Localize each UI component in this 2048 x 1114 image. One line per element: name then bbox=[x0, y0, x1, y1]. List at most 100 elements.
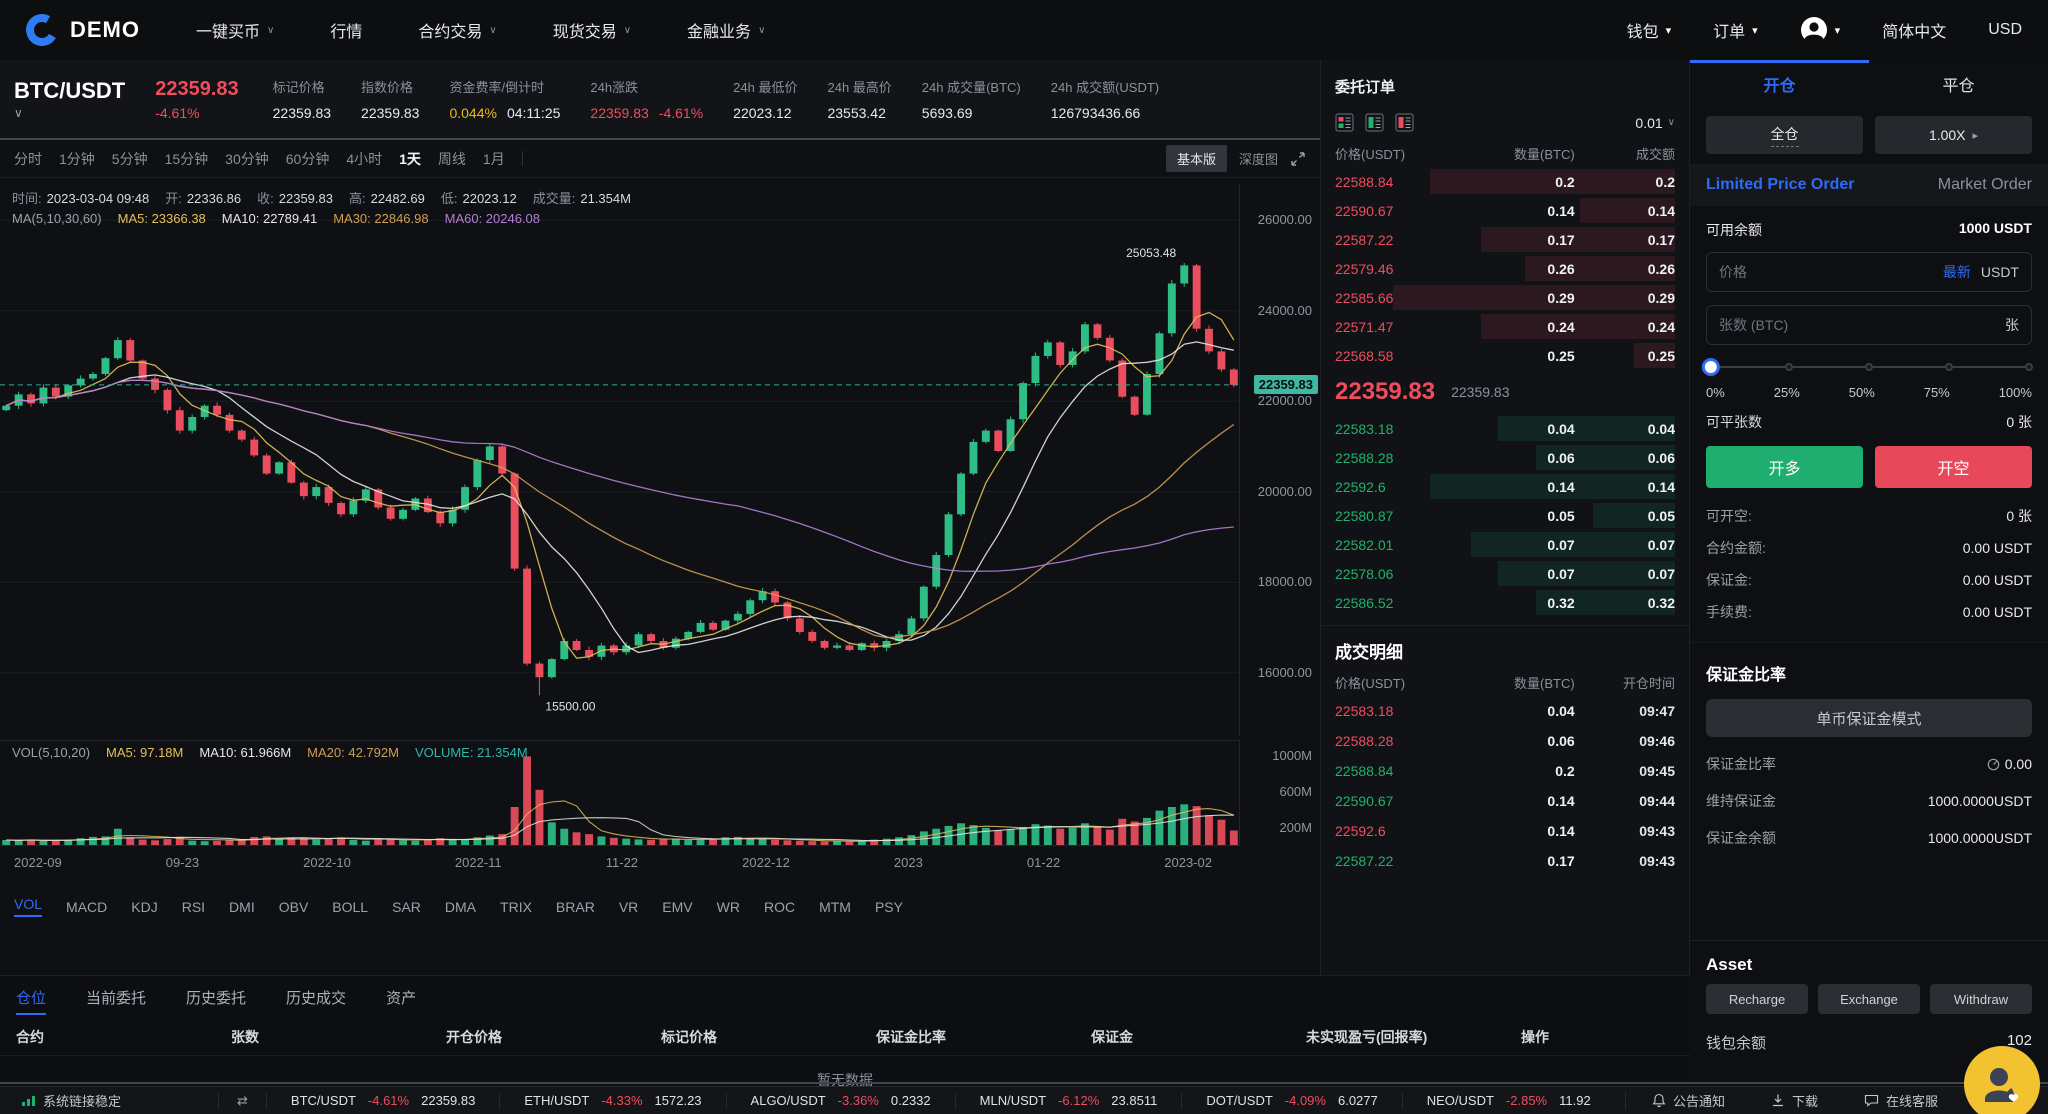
orders-menu[interactable]: 订单 ▾ bbox=[1713, 18, 1758, 42]
withdraw-button[interactable]: Withdraw bbox=[1930, 984, 2032, 1014]
indicator-dma[interactable]: DMA bbox=[445, 899, 476, 915]
exchange-button[interactable]: Exchange bbox=[1818, 984, 1920, 1014]
indicator-rsi[interactable]: RSI bbox=[182, 899, 205, 915]
positions-tab-当前委托[interactable]: 当前委托 bbox=[86, 987, 146, 1008]
interval-1月[interactable]: 1月 bbox=[483, 149, 505, 169]
quantity-slider[interactable] bbox=[1709, 358, 2029, 376]
positions-tab-历史成交[interactable]: 历史成交 bbox=[286, 987, 346, 1008]
price-input[interactable] bbox=[1719, 264, 1943, 280]
positions-tab-历史委托[interactable]: 历史委托 bbox=[186, 987, 246, 1008]
orderbook-bid-row[interactable]: 22592.60.140.14 bbox=[1335, 472, 1675, 501]
interval-60分钟[interactable]: 60分钟 bbox=[286, 149, 330, 169]
interval-1天[interactable]: 1天 bbox=[399, 149, 421, 169]
recharge-button[interactable]: Recharge bbox=[1706, 984, 1808, 1014]
indicator-psy[interactable]: PSY bbox=[875, 899, 903, 915]
indicator-trix[interactable]: TRIX bbox=[500, 899, 532, 915]
interval-分时[interactable]: 分时 bbox=[14, 149, 42, 169]
positions-tab-资产[interactable]: 资产 bbox=[386, 987, 416, 1008]
orderbook-ask-row[interactable]: 22568.580.250.25 bbox=[1335, 341, 1675, 370]
status-ticker-neo[interactable]: NEO/USDT-2.85%11.92 bbox=[1402, 1093, 1615, 1109]
quantity-input[interactable] bbox=[1719, 317, 2005, 333]
orderbook-bid-row[interactable]: 22578.060.070.07 bbox=[1335, 559, 1675, 588]
indicator-vol[interactable]: VOL bbox=[14, 896, 42, 917]
orderbook-ask-row[interactable]: 22579.460.260.26 bbox=[1335, 254, 1675, 283]
status-ticker-algo[interactable]: ALGO/USDT-3.36%0.2332 bbox=[726, 1093, 955, 1109]
market-order-tab[interactable]: Market Order bbox=[1938, 176, 2032, 194]
nav-item-3[interactable]: 合约交易∨ bbox=[418, 18, 496, 42]
interval-5分钟[interactable]: 5分钟 bbox=[112, 149, 148, 169]
status-link-chat[interactable]: 在线客服 bbox=[1864, 1091, 1938, 1110]
open-short-button[interactable]: 开空 bbox=[1875, 446, 2032, 488]
orderbook-asks-icon[interactable] bbox=[1395, 113, 1414, 132]
orderbook-bid-row[interactable]: 22583.180.040.04 bbox=[1335, 414, 1675, 443]
slider-dot[interactable] bbox=[2025, 363, 2033, 371]
orderbook-ask-row[interactable]: 22571.470.240.24 bbox=[1335, 312, 1675, 341]
expand-icon[interactable] bbox=[1290, 151, 1306, 167]
status-ticker-mln[interactable]: MLN/USDT-6.12%23.8511 bbox=[955, 1093, 1182, 1109]
status-ticker-eth[interactable]: ETH/USDT-4.33%1572.23 bbox=[499, 1093, 725, 1109]
status-ticker-dot[interactable]: DOT/USDT-4.09%6.0277 bbox=[1181, 1093, 1401, 1109]
interval-15分钟[interactable]: 15分钟 bbox=[165, 149, 209, 169]
indicator-emv[interactable]: EMV bbox=[662, 899, 692, 915]
margin-mode-button[interactable]: 全仓 bbox=[1706, 116, 1863, 154]
interval-周线[interactable]: 周线 bbox=[438, 149, 466, 169]
nav-item-2[interactable]: 行情 bbox=[330, 18, 362, 42]
positions-tab-仓位[interactable]: 仓位 bbox=[16, 987, 46, 1008]
indicator-kdj[interactable]: KDJ bbox=[131, 899, 157, 915]
limit-order-tab[interactable]: Limited Price Order bbox=[1706, 176, 1855, 194]
language-selector[interactable]: 简体中文 bbox=[1882, 18, 1946, 42]
currency-selector[interactable]: USD bbox=[1988, 21, 2022, 39]
customer-service-button[interactable] bbox=[1964, 1046, 2040, 1114]
interval-1分钟[interactable]: 1分钟 bbox=[59, 149, 95, 169]
account-menu[interactable]: ▾ bbox=[1800, 16, 1841, 44]
indicator-dmi[interactable]: DMI bbox=[229, 899, 255, 915]
status-ticker-btc[interactable]: BTC/USDT-4.61%22359.83 bbox=[266, 1093, 499, 1109]
status-link-bell[interactable]: 公告通知 bbox=[1652, 1091, 1725, 1110]
orderbook-ask-row[interactable]: 22585.660.290.29 bbox=[1335, 283, 1675, 312]
precision-dropdown[interactable]: 0.01 ∨ bbox=[1635, 115, 1675, 131]
leverage-button[interactable]: 1.00X ▸ bbox=[1875, 116, 2032, 154]
indicator-roc[interactable]: ROC bbox=[764, 899, 795, 915]
open-long-button[interactable]: 开多 bbox=[1706, 446, 1863, 488]
slider-dot[interactable] bbox=[1785, 363, 1793, 371]
indicator-brar[interactable]: BRAR bbox=[556, 899, 595, 915]
orderbook-bid-row[interactable]: 22588.280.060.06 bbox=[1335, 443, 1675, 472]
latest-price-link[interactable]: 最新 bbox=[1943, 262, 1971, 282]
orderbook-ask-row[interactable]: 22590.670.140.14 bbox=[1335, 196, 1675, 225]
orderbook-both-icon[interactable] bbox=[1335, 113, 1354, 132]
symbol-block[interactable]: BTC/USDT ∨ bbox=[14, 78, 125, 120]
orderbook-ask-row[interactable]: 22587.220.170.17 bbox=[1335, 225, 1675, 254]
wallet-menu[interactable]: 钱包 ▾ bbox=[1627, 18, 1672, 42]
tab-close-position[interactable]: 平仓 bbox=[1869, 60, 2048, 108]
swap-icon[interactable]: ⇄ bbox=[218, 1093, 266, 1109]
nav-item-1[interactable]: 一键买币∨ bbox=[196, 18, 274, 42]
slider-dot[interactable] bbox=[1945, 363, 1953, 371]
indicator-mtm[interactable]: MTM bbox=[819, 899, 851, 915]
slider-dot[interactable] bbox=[1865, 363, 1873, 371]
orderbook-bids-icon[interactable] bbox=[1365, 113, 1384, 132]
indicator-sar[interactable]: SAR bbox=[392, 899, 421, 915]
indicator-obv[interactable]: OBV bbox=[279, 899, 309, 915]
slider-handle[interactable] bbox=[1702, 358, 1720, 376]
brand-name[interactable]: DEMO bbox=[70, 17, 140, 43]
candlestick-chart[interactable]: 25053.4815500.00 bbox=[0, 184, 1240, 736]
orderbook-bid-row[interactable]: 22586.520.320.32 bbox=[1335, 588, 1675, 617]
depth-view-button[interactable]: 深度图 bbox=[1239, 149, 1278, 168]
indicator-wr[interactable]: WR bbox=[717, 899, 740, 915]
horizontal-scrollbar[interactable] bbox=[0, 1082, 2048, 1084]
tab-open-position[interactable]: 开仓 bbox=[1690, 60, 1869, 108]
orderbook-ask-row[interactable]: 22588.840.20.2 bbox=[1335, 167, 1675, 196]
nav-item-4[interactable]: 现货交易∨ bbox=[553, 18, 631, 42]
indicator-boll[interactable]: BOLL bbox=[332, 899, 368, 915]
indicator-vr[interactable]: VR bbox=[619, 899, 638, 915]
logo-icon[interactable] bbox=[22, 10, 61, 49]
basic-view-button[interactable]: 基本版 bbox=[1166, 145, 1227, 172]
indicator-macd[interactable]: MACD bbox=[66, 899, 107, 915]
interval-30分钟[interactable]: 30分钟 bbox=[225, 149, 269, 169]
orderbook-bid-row[interactable]: 22582.010.070.07 bbox=[1335, 530, 1675, 559]
single-margin-mode-button[interactable]: 单币保证金模式 bbox=[1706, 699, 2032, 737]
interval-4小时[interactable]: 4小时 bbox=[346, 149, 382, 169]
status-link-download[interactable]: 下载 bbox=[1771, 1091, 1818, 1110]
orderbook-bid-row[interactable]: 22580.870.050.05 bbox=[1335, 501, 1675, 530]
nav-item-5[interactable]: 金融业务∨ bbox=[687, 18, 765, 42]
